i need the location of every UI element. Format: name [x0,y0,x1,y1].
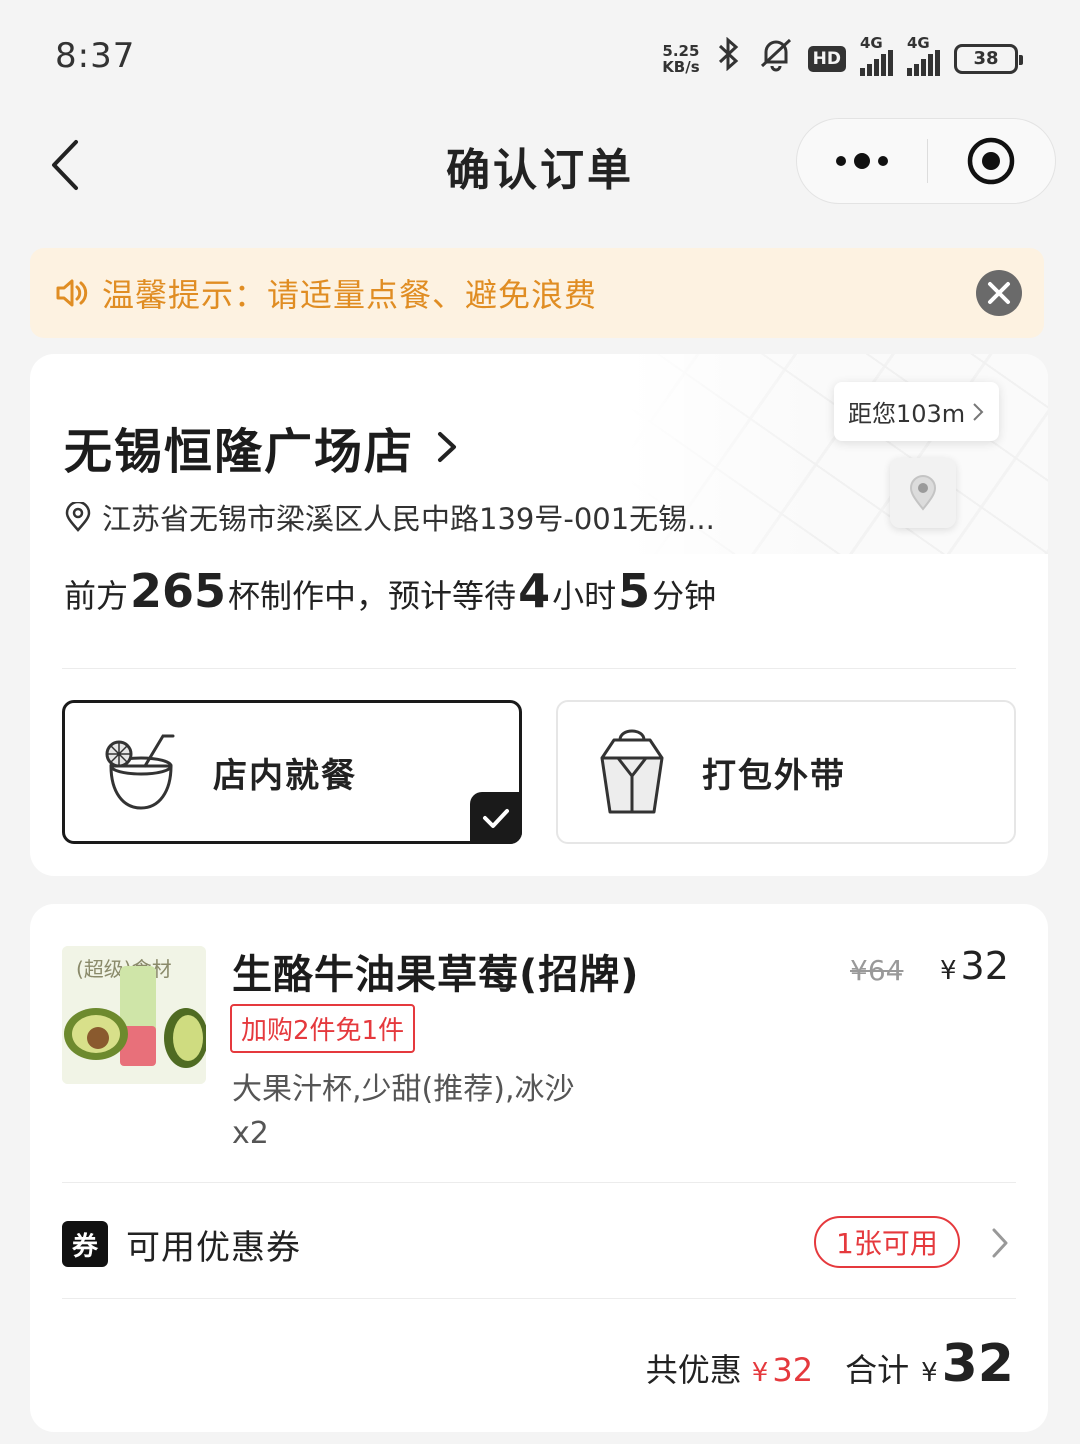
coconut-drink-icon [105,734,175,810]
divider [62,1182,1016,1183]
product-name: 生酪牛油果草莓(招牌) [232,952,640,998]
notice-banner: 温馨提示：请适量点餐、避免浪费 [30,248,1044,338]
miniprogram-capsule [796,118,1056,204]
product-quantity: x2 [232,1116,269,1151]
target-icon [968,137,1015,185]
notice-text: 温馨提示：请适量点餐、避免浪费 [102,276,598,314]
promo-tag: 加购2件免1件 [230,1004,416,1053]
close-icon [988,282,1010,304]
clock: 8:37 [55,36,136,76]
store-name[interactable]: 无锡恒隆广场店 [64,412,458,482]
hd-voice-icon: HD [807,45,846,72]
coupon-available-badge: 1张可用 [814,1216,960,1268]
bluetooth-icon [714,36,744,80]
takeout-box-icon [600,729,664,814]
order-summary: 共优惠 ¥ 32 合计 ¥ 32 [645,1334,1014,1394]
map-marker-icon [909,475,937,511]
divider [62,1298,1016,1299]
coupon-row[interactable]: 券 可用优惠券 1张可用 [62,1204,1016,1284]
location-pin-icon [65,502,91,532]
total-label: 合计 [845,1351,910,1389]
chevron-right-icon [992,1228,1008,1258]
signal-icon-2: 4G [907,34,940,76]
close-miniprogram-button[interactable] [928,136,1056,186]
more-button[interactable] [797,153,927,169]
divider [62,668,1016,669]
current-price: ¥32 [940,944,1009,988]
original-price: ¥64 [850,954,904,987]
store-card: 无锡恒隆广场店 江苏省无锡市梁溪区人民中路139号-001无锡... 距您103… [30,354,1048,876]
status-bar: 8:37 5.25 KB/s HD 4G 4G 38 [0,0,1080,110]
chevron-right-icon [438,432,457,462]
status-icons: 5.25 KB/s HD 4G 4G 38 [662,34,1023,81]
network-speed: 5.25 KB/s [662,41,700,76]
coupon-label: 可用优惠券 [126,1227,301,1268]
order-card: (超级)食材 生酪牛油果草莓(招牌) 加购2件免1件 大果汁杯,少甜(推荐),冰… [30,904,1048,1432]
discount-amount: 32 [772,1351,814,1389]
chevron-right-icon [973,402,984,421]
battery-icon: 38 [954,43,1023,74]
product-specs: 大果汁杯,少甜(推荐),冰沙 [232,1072,575,1107]
dine-in-option[interactable]: 店内就餐 [62,700,522,844]
store-address: 江苏省无锡市梁溪区人民中路139号-001无锡... [64,496,715,538]
selected-check-icon [470,792,522,844]
product-image[interactable]: (超级)食材 [62,946,206,1084]
coupon-icon: 券 [62,1221,108,1267]
bell-muted-icon [758,36,794,81]
distance-button[interactable]: 距您103m [834,382,1000,441]
takeaway-option[interactable]: 打包外带 [556,700,1016,844]
map-marker [890,458,956,528]
discount-label: 共优惠 [645,1351,742,1389]
queue-status: 前方 265 杯制作中，预计等待 4 小时 5 分钟 [64,564,717,618]
signal-icon: 4G [860,34,893,76]
close-notice-button[interactable] [976,270,1022,316]
speaker-icon [56,279,88,307]
total-amount: 32 [941,1334,1014,1394]
